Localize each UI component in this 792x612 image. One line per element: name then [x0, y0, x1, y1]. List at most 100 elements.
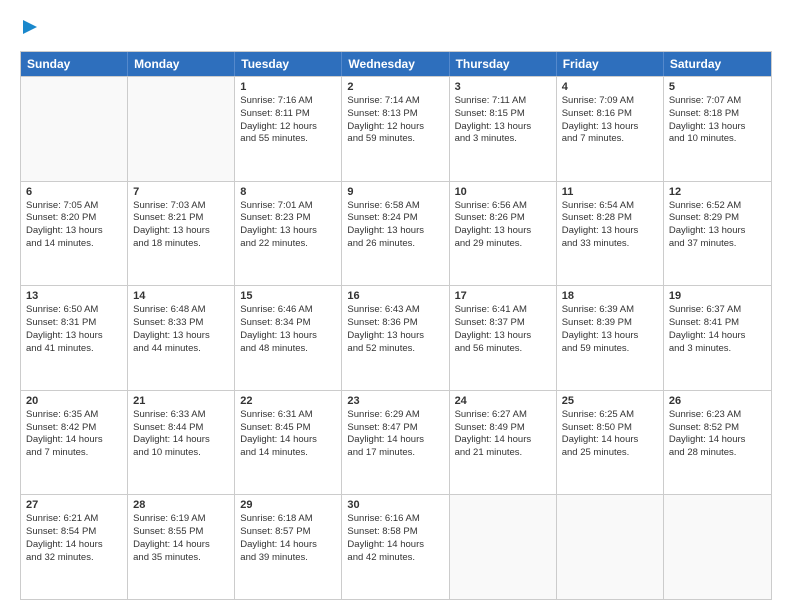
header-day-tuesday: Tuesday: [235, 52, 342, 76]
calendar-cell-12: 12 Sunrise: 6:52 AM Sunset: 8:29 PM Dayli…: [664, 182, 771, 286]
day-number: 1: [240, 81, 336, 93]
day-number: 22: [240, 395, 336, 407]
cell-info: Sunrise: 6:39 AM Sunset: 8:39 PM Dayligh…: [562, 304, 658, 355]
day-number: 29: [240, 499, 336, 511]
calendar-header: SundayMondayTuesdayWednesdayThursdayFrid…: [21, 52, 771, 76]
calendar-cell-16: 16 Sunrise: 6:43 AM Sunset: 8:36 PM Dayli…: [342, 286, 449, 390]
calendar-cell-25: 25 Sunrise: 6:25 AM Sunset: 8:50 PM Dayli…: [557, 391, 664, 495]
day-number: 4: [562, 81, 658, 93]
calendar-cell-empty: [557, 495, 664, 599]
calendar-cell-10: 10Sunrise: 6:56 AM Sunset: 8:26 PM Dayli…: [450, 182, 557, 286]
cell-info: Sunrise: 7:16 AM Sunset: 8:11 PM Dayligh…: [240, 95, 336, 146]
cell-info: Sunrise: 6:58 AM Sunset: 8:24 PM Dayligh…: [347, 200, 443, 251]
calendar-cell-empty: [450, 495, 557, 599]
day-number: 30: [347, 499, 443, 511]
calendar-cell-5: 5 Sunrise: 7:07 AM Sunset: 8:18 PM Daylig…: [664, 77, 771, 181]
cell-info: Sunrise: 7:03 AM Sunset: 8:21 PM Dayligh…: [133, 200, 229, 251]
header: [20, 18, 772, 41]
calendar-cell-19: 19Sunrise: 6:37 AM Sunset: 8:41 PM Dayli…: [664, 286, 771, 390]
day-number: 16: [347, 290, 443, 302]
cell-info: Sunrise: 7:01 AM Sunset: 8:23 PM Dayligh…: [240, 200, 336, 251]
day-number: 25: [562, 395, 658, 407]
header-day-sunday: Sunday: [21, 52, 128, 76]
calendar-body: 1 Sunrise: 7:16 AM Sunset: 8:11 PM Daylig…: [21, 76, 771, 599]
day-number: 11: [562, 186, 658, 198]
cell-info: Sunrise: 6:16 AM Sunset: 8:58 PM Dayligh…: [347, 513, 443, 564]
cell-info: Sunrise: 6:48 AM Sunset: 8:33 PM Dayligh…: [133, 304, 229, 355]
cell-info: Sunrise: 6:25 AM Sunset: 8:50 PM Dayligh…: [562, 409, 658, 460]
cell-info: Sunrise: 6:52 AM Sunset: 8:29 PM Dayligh…: [669, 200, 766, 251]
cell-info: Sunrise: 6:50 AM Sunset: 8:31 PM Dayligh…: [26, 304, 122, 355]
calendar-cell-20: 20 Sunrise: 6:35 AM Sunset: 8:42 PM Dayli…: [21, 391, 128, 495]
page: SundayMondayTuesdayWednesdayThursdayFrid…: [0, 0, 792, 612]
header-day-monday: Monday: [128, 52, 235, 76]
calendar-cell-4: 4 Sunrise: 7:09 AM Sunset: 8:16 PM Daylig…: [557, 77, 664, 181]
calendar-row-2: 13 Sunrise: 6:50 AM Sunset: 8:31 PM Dayli…: [21, 285, 771, 390]
calendar-cell-11: 11 Sunrise: 6:54 AM Sunset: 8:28 PM Dayli…: [557, 182, 664, 286]
header-day-wednesday: Wednesday: [342, 52, 449, 76]
cell-info: Sunrise: 6:35 AM Sunset: 8:42 PM Dayligh…: [26, 409, 122, 460]
calendar: SundayMondayTuesdayWednesdayThursdayFrid…: [20, 51, 772, 600]
day-number: 20: [26, 395, 122, 407]
calendar-cell-29: 29Sunrise: 6:18 AM Sunset: 8:57 PM Dayli…: [235, 495, 342, 599]
calendar-cell-21: 21 Sunrise: 6:33 AM Sunset: 8:44 PM Dayli…: [128, 391, 235, 495]
day-number: 21: [133, 395, 229, 407]
calendar-cell-30: 30 Sunrise: 6:16 AM Sunset: 8:58 PM Dayli…: [342, 495, 449, 599]
cell-info: Sunrise: 6:23 AM Sunset: 8:52 PM Dayligh…: [669, 409, 766, 460]
cell-info: Sunrise: 6:21 AM Sunset: 8:54 PM Dayligh…: [26, 513, 122, 564]
calendar-cell-23: 23Sunrise: 6:29 AM Sunset: 8:47 PM Dayli…: [342, 391, 449, 495]
logo: [20, 18, 39, 41]
cell-info: Sunrise: 7:14 AM Sunset: 8:13 PM Dayligh…: [347, 95, 443, 146]
calendar-row-3: 20 Sunrise: 6:35 AM Sunset: 8:42 PM Dayli…: [21, 390, 771, 495]
day-number: 23: [347, 395, 443, 407]
calendar-row-0: 1 Sunrise: 7:16 AM Sunset: 8:11 PM Daylig…: [21, 76, 771, 181]
cell-info: Sunrise: 6:27 AM Sunset: 8:49 PM Dayligh…: [455, 409, 551, 460]
day-number: 13: [26, 290, 122, 302]
day-number: 26: [669, 395, 766, 407]
cell-info: Sunrise: 7:09 AM Sunset: 8:16 PM Dayligh…: [562, 95, 658, 146]
calendar-cell-9: 9Sunrise: 6:58 AM Sunset: 8:24 PM Daylig…: [342, 182, 449, 286]
cell-info: Sunrise: 6:33 AM Sunset: 8:44 PM Dayligh…: [133, 409, 229, 460]
day-number: 24: [455, 395, 551, 407]
calendar-cell-1: 1 Sunrise: 7:16 AM Sunset: 8:11 PM Daylig…: [235, 77, 342, 181]
cell-info: Sunrise: 7:07 AM Sunset: 8:18 PM Dayligh…: [669, 95, 766, 146]
calendar-cell-24: 24 Sunrise: 6:27 AM Sunset: 8:49 PM Dayli…: [450, 391, 557, 495]
cell-info: Sunrise: 6:54 AM Sunset: 8:28 PM Dayligh…: [562, 200, 658, 251]
cell-info: Sunrise: 7:05 AM Sunset: 8:20 PM Dayligh…: [26, 200, 122, 251]
header-day-saturday: Saturday: [664, 52, 771, 76]
calendar-cell-18: 18 Sunrise: 6:39 AM Sunset: 8:39 PM Dayli…: [557, 286, 664, 390]
cell-info: Sunrise: 6:41 AM Sunset: 8:37 PM Dayligh…: [455, 304, 551, 355]
day-number: 5: [669, 81, 766, 93]
cell-info: Sunrise: 6:31 AM Sunset: 8:45 PM Dayligh…: [240, 409, 336, 460]
day-number: 17: [455, 290, 551, 302]
cell-info: Sunrise: 6:37 AM Sunset: 8:41 PM Dayligh…: [669, 304, 766, 355]
calendar-cell-6: 6 Sunrise: 7:05 AM Sunset: 8:20 PM Daylig…: [21, 182, 128, 286]
calendar-cell-empty: [21, 77, 128, 181]
cell-info: Sunrise: 6:56 AM Sunset: 8:26 PM Dayligh…: [455, 200, 551, 251]
calendar-cell-14: 14Sunrise: 6:48 AM Sunset: 8:33 PM Dayli…: [128, 286, 235, 390]
calendar-cell-26: 26 Sunrise: 6:23 AM Sunset: 8:52 PM Dayli…: [664, 391, 771, 495]
header-day-friday: Friday: [557, 52, 664, 76]
day-number: 6: [26, 186, 122, 198]
calendar-cell-17: 17 Sunrise: 6:41 AM Sunset: 8:37 PM Dayli…: [450, 286, 557, 390]
day-number: 18: [562, 290, 658, 302]
calendar-cell-7: 7Sunrise: 7:03 AM Sunset: 8:21 PM Daylig…: [128, 182, 235, 286]
day-number: 3: [455, 81, 551, 93]
cell-info: Sunrise: 7:11 AM Sunset: 8:15 PM Dayligh…: [455, 95, 551, 146]
calendar-cell-27: 27Sunrise: 6:21 AM Sunset: 8:54 PM Dayli…: [21, 495, 128, 599]
calendar-cell-15: 15Sunrise: 6:46 AM Sunset: 8:34 PM Dayli…: [235, 286, 342, 390]
calendar-cell-8: 8 Sunrise: 7:01 AM Sunset: 8:23 PM Daylig…: [235, 182, 342, 286]
calendar-row-4: 27Sunrise: 6:21 AM Sunset: 8:54 PM Dayli…: [21, 494, 771, 599]
cell-info: Sunrise: 6:19 AM Sunset: 8:55 PM Dayligh…: [133, 513, 229, 564]
logo-arrow-icon: [21, 18, 39, 36]
cell-info: Sunrise: 6:46 AM Sunset: 8:34 PM Dayligh…: [240, 304, 336, 355]
day-number: 8: [240, 186, 336, 198]
calendar-cell-empty: [664, 495, 771, 599]
cell-info: Sunrise: 6:43 AM Sunset: 8:36 PM Dayligh…: [347, 304, 443, 355]
day-number: 12: [669, 186, 766, 198]
day-number: 28: [133, 499, 229, 511]
calendar-row-1: 6 Sunrise: 7:05 AM Sunset: 8:20 PM Daylig…: [21, 181, 771, 286]
calendar-cell-22: 22 Sunrise: 6:31 AM Sunset: 8:45 PM Dayli…: [235, 391, 342, 495]
calendar-cell-13: 13 Sunrise: 6:50 AM Sunset: 8:31 PM Dayli…: [21, 286, 128, 390]
day-number: 2: [347, 81, 443, 93]
